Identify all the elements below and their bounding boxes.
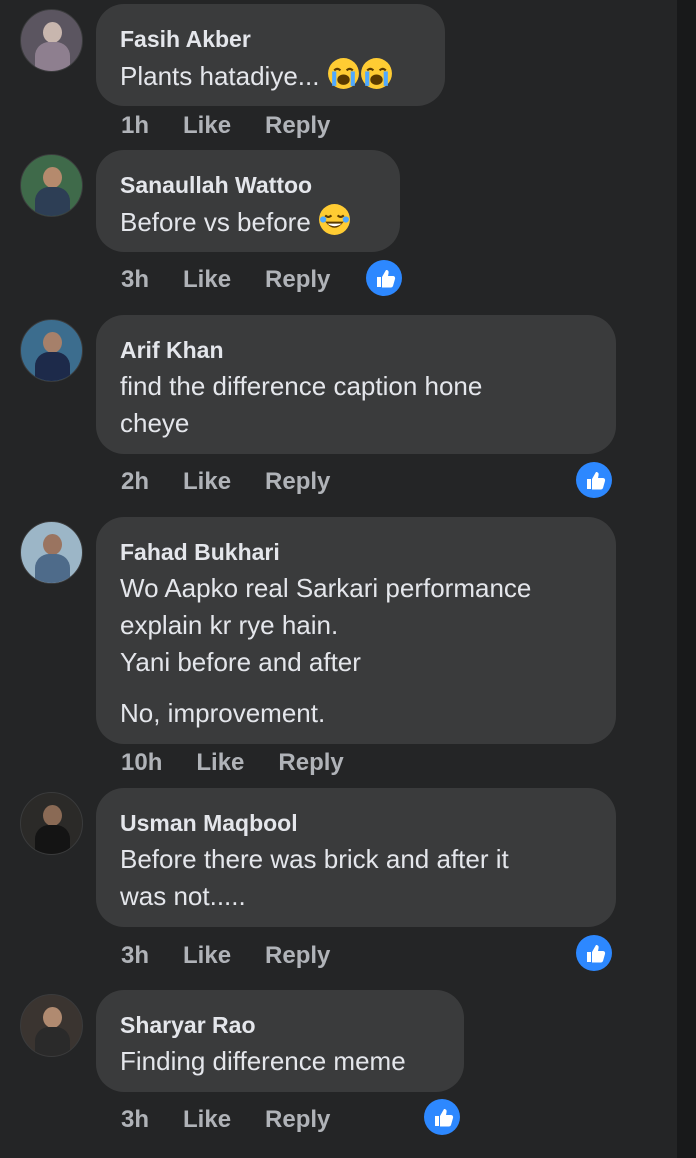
comment-actions: 3h Like Reply bbox=[121, 266, 364, 294]
comment-text: Before there was brick and after it was … bbox=[120, 844, 509, 911]
comment-text: Plants hatadiye... bbox=[120, 57, 421, 95]
comment-time[interactable]: 10h bbox=[121, 749, 162, 776]
like-button[interactable]: Like bbox=[183, 112, 231, 139]
like-thumb-icon[interactable] bbox=[576, 462, 612, 498]
reply-button[interactable]: Reply bbox=[265, 112, 330, 139]
tears-of-joy-face-icon bbox=[319, 204, 350, 235]
comment-bubble: Sanaullah Wattoo Before vs before bbox=[96, 150, 400, 252]
avatar[interactable] bbox=[20, 319, 83, 382]
reply-button[interactable]: Reply bbox=[265, 1106, 330, 1133]
comment-text: Wo Aapko real Sarkari performance explai… bbox=[120, 573, 532, 728]
avatar[interactable] bbox=[20, 9, 83, 72]
like-button[interactable]: Like bbox=[196, 749, 244, 776]
loudly-crying-face-icon bbox=[360, 58, 392, 89]
reply-button[interactable]: Reply bbox=[265, 468, 330, 495]
comment-actions: 3h Like Reply bbox=[121, 1106, 364, 1134]
like-thumb-icon[interactable] bbox=[366, 260, 402, 296]
comment-author[interactable]: Arif Khan bbox=[120, 336, 592, 364]
scroll-gutter bbox=[677, 0, 696, 1158]
comment-time[interactable]: 2h bbox=[121, 468, 149, 495]
comment-author[interactable]: Fasih Akber bbox=[120, 25, 421, 53]
like-button[interactable]: Like bbox=[183, 942, 231, 969]
comment-bubble: Usman Maqbool Before there was brick and… bbox=[96, 788, 616, 927]
comment-text: find the difference caption hone cheye bbox=[120, 371, 483, 438]
avatar[interactable] bbox=[20, 154, 83, 217]
comment-author[interactable]: Usman Maqbool bbox=[120, 809, 592, 837]
reply-button[interactable]: Reply bbox=[265, 942, 330, 969]
comment-time[interactable]: 3h bbox=[121, 266, 149, 293]
comment-actions: 2h Like Reply bbox=[121, 468, 364, 496]
comment-bubble: Arif Khan find the difference caption ho… bbox=[96, 315, 616, 454]
like-thumb-icon[interactable] bbox=[576, 935, 612, 971]
comment-author[interactable]: Sanaullah Wattoo bbox=[120, 171, 376, 199]
avatar[interactable] bbox=[20, 792, 83, 855]
comment-bubble: Sharyar Rao Finding difference meme bbox=[96, 990, 464, 1092]
comment-text: Before vs before bbox=[120, 203, 376, 241]
comment-time[interactable]: 3h bbox=[121, 942, 149, 969]
like-button[interactable]: Like bbox=[183, 468, 231, 495]
comment-time[interactable]: 3h bbox=[121, 1106, 149, 1133]
loudly-crying-face-icon bbox=[327, 58, 359, 89]
comment-actions: 3h Like Reply bbox=[121, 942, 364, 970]
reply-button[interactable]: Reply bbox=[265, 266, 330, 293]
comment-bubble: Fasih Akber Plants hatadiye... bbox=[96, 4, 445, 106]
avatar[interactable] bbox=[20, 994, 83, 1057]
like-button[interactable]: Like bbox=[183, 266, 231, 293]
comment-text: Finding difference meme bbox=[120, 1046, 406, 1076]
comment-actions: 10h Like Reply bbox=[121, 749, 378, 777]
comment-actions: 1h Like Reply bbox=[121, 112, 364, 140]
comment-time[interactable]: 1h bbox=[121, 112, 149, 139]
comment-author[interactable]: Sharyar Rao bbox=[120, 1011, 440, 1039]
comment-bubble: Fahad Bukhari Wo Aapko real Sarkari perf… bbox=[96, 517, 616, 744]
like-button[interactable]: Like bbox=[183, 1106, 231, 1133]
like-thumb-icon[interactable] bbox=[424, 1099, 460, 1135]
comment-author[interactable]: Fahad Bukhari bbox=[120, 538, 592, 566]
avatar[interactable] bbox=[20, 521, 83, 584]
reply-button[interactable]: Reply bbox=[278, 749, 343, 776]
